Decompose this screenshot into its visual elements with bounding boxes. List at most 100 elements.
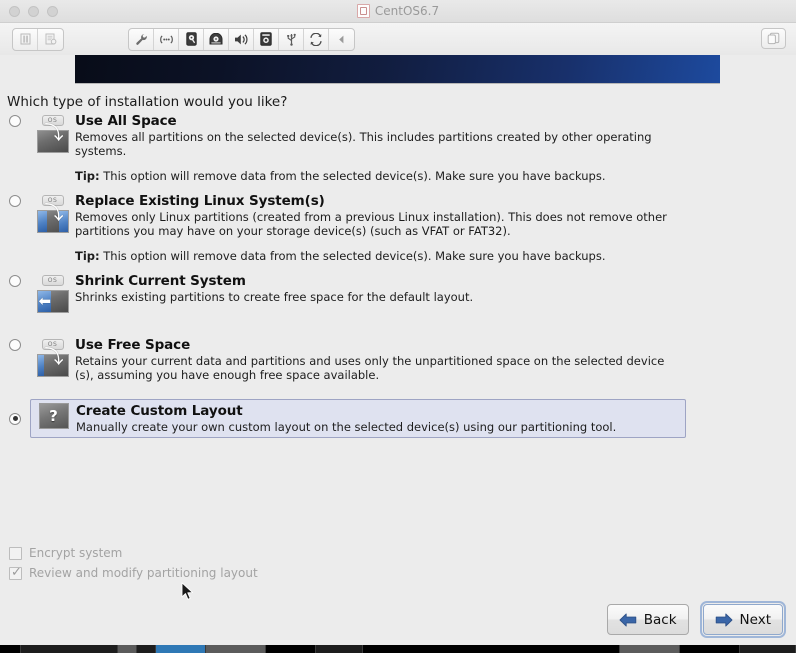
radio-cell [0, 400, 30, 437]
tip-label: Tip: [75, 249, 100, 263]
vm-control-group [12, 27, 64, 51]
vm-device-group [128, 27, 355, 51]
question-mark-disk-icon: ? [38, 403, 69, 429]
option-create-custom-layout[interactable]: ? Create Custom Layout Manually create y… [9, 399, 686, 438]
next-button[interactable]: Next [699, 601, 787, 638]
usb-button[interactable] [279, 28, 304, 50]
taskbar-segment[interactable] [679, 645, 740, 653]
radio-shrink-current-system[interactable] [9, 275, 21, 287]
text-cell: Create Custom Layout Manually create you… [76, 403, 685, 434]
shared-folders-button[interactable] [304, 28, 329, 50]
arrow-down-icon: ⤵ [44, 122, 64, 144]
vm-toolbar [0, 23, 796, 56]
option-description: Removes only Linux partitions (created f… [75, 210, 667, 238]
partition-block [37, 355, 45, 376]
radio-replace-existing-linux[interactable] [9, 195, 21, 207]
taskbar-segment[interactable] [136, 645, 156, 653]
option-title: Use All Space [75, 113, 177, 129]
camera-button[interactable] [254, 28, 279, 50]
disk-free-space-icon: OS ⤵ [36, 339, 70, 379]
os-tag-label: OS [41, 275, 64, 286]
option-use-all-space[interactable]: OS ⤵ Use All Space Removes all partition… [0, 110, 796, 186]
sound-card-button[interactable] [229, 28, 254, 50]
install-type-option-list: OS ⤵ Use All Space Removes all partition… [0, 110, 796, 438]
cd-dvd-button[interactable] [204, 28, 229, 50]
taskbar-segment[interactable] [362, 645, 620, 653]
option-description: Removes all partitions on the selected d… [75, 130, 652, 158]
page-title: Which type of installation would you lik… [7, 94, 288, 110]
window-title-group: CentOS6.7 [0, 4, 796, 18]
installer-checkbox-group: Encrypt system Review and modify partiti… [9, 543, 258, 583]
icon-cell: OS ⬅ [30, 273, 75, 315]
back-button[interactable]: Back [606, 604, 689, 635]
tip-label: Tip: [75, 169, 100, 183]
unity-view-button[interactable] [761, 28, 786, 49]
window-titlebar: CentOS6.7 [0, 0, 796, 23]
disk-replace-linux-icon: OS ⤵ [36, 195, 70, 235]
taskbar-segment[interactable] [118, 645, 137, 653]
network-adapter-button[interactable] [154, 28, 179, 50]
radio-cell [0, 113, 30, 127]
arrow-right-icon [715, 613, 732, 626]
maximize-button[interactable] [47, 5, 58, 17]
icon-cell: OS ⤵ [30, 193, 75, 235]
checkbox-row-encrypt-system[interactable]: Encrypt system [9, 543, 258, 563]
taskbar-segment[interactable] [266, 645, 317, 653]
window-title: CentOS6.7 [374, 4, 440, 18]
text-cell: Replace Existing Linux System(s) Removes… [75, 193, 796, 263]
option-tip: Tip: This option will remove data from t… [75, 249, 686, 263]
taskbar-segment[interactable] [316, 645, 363, 653]
settings-button[interactable] [129, 28, 154, 50]
icon-cell: ? [31, 403, 76, 429]
radio-cell [0, 193, 30, 207]
arrow-down-icon: ⤵ [44, 346, 64, 368]
collapse-toolbar-button[interactable] [329, 29, 354, 50]
close-button[interactable] [9, 5, 20, 17]
disk-shrink-icon: OS ⬅ [36, 275, 70, 315]
text-cell: Use All Space Removes all partitions on … [75, 113, 796, 183]
disk-erase-all-icon: OS ⤵ [36, 115, 70, 155]
text-cell: Shrink Current System Shrinks existing p… [75, 273, 796, 304]
option-replace-existing-linux[interactable]: OS ⤵ Replace Existing Linux System(s) Re… [0, 190, 796, 266]
pause-button[interactable] [13, 28, 38, 50]
taskbar-segment[interactable] [20, 645, 119, 653]
back-button-label: Back [643, 611, 677, 628]
taskbar-segment[interactable] [619, 645, 680, 653]
option-description: Manually create your own custom layout o… [76, 420, 617, 434]
checkbox-label-encrypt-system: Encrypt system [29, 546, 123, 560]
taskbar-segment[interactable] [205, 645, 267, 653]
arrow-down-icon: ⤵ [44, 202, 64, 224]
next-button-label: Next [739, 611, 771, 628]
anaconda-banner [75, 55, 720, 84]
taskbar-segment[interactable] [739, 645, 796, 653]
option-tip: Tip: This option will remove data from t… [75, 169, 686, 183]
installer-nav-buttons: Back Next [606, 601, 787, 638]
icon-cell: OS ⤵ [30, 113, 75, 155]
taskbar-segment-active[interactable] [155, 645, 206, 653]
tip-text: This option will remove data from the se… [103, 169, 606, 183]
option-use-free-space[interactable]: OS ⤵ Use Free Space Retains your current… [0, 334, 796, 385]
minimize-button[interactable] [28, 5, 39, 17]
text-cell: Use Free Space Retains your current data… [75, 337, 796, 382]
vm-app-icon [356, 4, 370, 18]
hard-disk-button[interactable] [179, 28, 204, 50]
option-title: Shrink Current System [75, 273, 246, 289]
traffic-light-group [0, 5, 58, 17]
taskbar-segment[interactable] [0, 645, 21, 653]
radio-cell [0, 273, 30, 287]
icon-cell: OS ⤵ [30, 337, 75, 379]
checkbox-row-review-modify-partitioning[interactable]: Review and modify partitioning layout [9, 563, 258, 583]
snapshot-button[interactable] [38, 29, 63, 50]
mouse-cursor [181, 582, 194, 601]
option-shrink-current-system[interactable]: OS ⬅ Shrink Current System Shrinks exist… [0, 270, 796, 318]
radio-use-all-space[interactable] [9, 115, 21, 127]
option-title: Replace Existing Linux System(s) [75, 193, 325, 209]
option-description: Shrinks existing partitions to create fr… [75, 290, 474, 304]
guest-taskbar[interactable] [0, 645, 796, 653]
option-description: Retains your current data and partitions… [75, 354, 665, 382]
checkbox-encrypt-system[interactable] [9, 546, 22, 560]
option-title: Create Custom Layout [76, 403, 243, 419]
checkbox-review-modify-partitioning[interactable] [9, 565, 22, 581]
radio-create-custom-layout[interactable] [9, 412, 21, 425]
radio-use-free-space[interactable] [9, 339, 21, 351]
